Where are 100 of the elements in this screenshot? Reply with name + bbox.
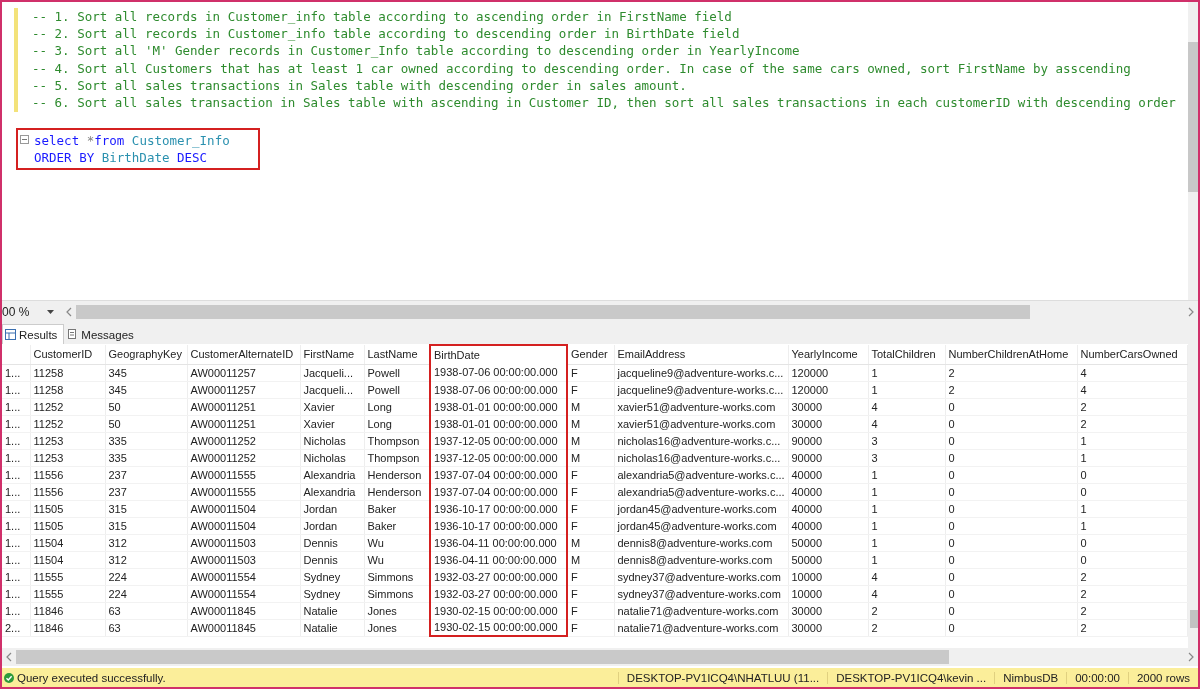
table-cell: 11505 [30, 517, 105, 534]
table-cell: 0 [945, 602, 1077, 619]
scrollbar-thumb[interactable] [16, 650, 949, 664]
table-cell: Alexandria [300, 466, 364, 483]
status-segment: 00:00:00 [1066, 671, 1128, 684]
table-cell: jordan45@adventure-works.com [614, 517, 788, 534]
row-number: 1... [2, 585, 30, 602]
table-cell: 1937-07-04 00:00:00.000 [430, 483, 567, 500]
scroll-right-icon[interactable] [1188, 652, 1194, 662]
table-cell: Simmons [364, 585, 430, 602]
table-cell: 50 [105, 415, 187, 432]
scrollbar-thumb[interactable] [76, 304, 1031, 319]
table-cell: 11846 [30, 602, 105, 619]
table-cell: 0 [1077, 534, 1187, 551]
table-cell: F [567, 381, 614, 398]
table-cell: Henderson [364, 483, 430, 500]
table-cell: 50000 [788, 534, 868, 551]
table-cell: 237 [105, 483, 187, 500]
table-cell: F [567, 466, 614, 483]
table-cell: 1937-12-05 00:00:00.000 [430, 449, 567, 466]
table-cell: 11556 [30, 466, 105, 483]
column-header[interactable]: NumberChildrenAtHome [945, 345, 1077, 364]
table-cell: AW00011504 [187, 500, 300, 517]
table-cell: 2 [1077, 568, 1187, 585]
table-cell: 1938-07-06 00:00:00.000 [430, 381, 567, 398]
table-cell: 0 [945, 551, 1077, 568]
status-segment: DESKTOP-PV1ICQ4\kevin ... [827, 671, 995, 684]
column-header[interactable]: YearlyIncome [788, 345, 868, 364]
table-cell: 0 [945, 619, 1077, 636]
comment-line: -- 3. Sort all 'M' Gender records in Customer_Info table according to descending order in YearlyIncome [32, 42, 801, 60]
table-cell: 0 [945, 432, 1077, 449]
table-cell: F [567, 483, 614, 500]
table-cell: 345 [105, 364, 187, 381]
column-header[interactable]: GeographyKey [105, 345, 187, 364]
row-number: 1... [2, 500, 30, 517]
table-cell: AW00011555 [187, 483, 300, 500]
table-cell: xavier51@adventure-works.com [614, 398, 788, 415]
table-cell: 2 [1077, 415, 1187, 432]
table-cell: 11252 [30, 398, 105, 415]
table-cell: 2 [1077, 602, 1187, 619]
table-cell: 3 [868, 449, 945, 466]
column-header[interactable]: LastName [364, 345, 430, 364]
row-number: 1... [2, 449, 30, 466]
table-cell: 11252 [30, 415, 105, 432]
table-cell: AW00011257 [187, 364, 300, 381]
table-cell: 0 [945, 534, 1077, 551]
scroll-left-icon[interactable] [66, 306, 72, 317]
table-cell: 11504 [30, 551, 105, 568]
table-cell: 335 [105, 432, 187, 449]
table-cell: sydney37@adventure-works.com [614, 585, 788, 602]
table-cell: 1 [868, 517, 945, 534]
table-cell: AW00011504 [187, 517, 300, 534]
scrollbar-thumb[interactable] [1189, 610, 1198, 628]
collapse-icon[interactable] [20, 135, 29, 145]
table-cell: 11258 [30, 381, 105, 398]
table-cell: 11504 [30, 534, 105, 551]
table-cell: natalie71@adventure-works.com [614, 602, 788, 619]
row-number: 1... [2, 517, 30, 534]
column-header[interactable]: CustomerID [30, 345, 105, 364]
row-number: 2... [2, 619, 30, 636]
table-cell: AW00011845 [187, 602, 300, 619]
column-header[interactable]: FirstName [300, 345, 364, 364]
document-icon [67, 329, 79, 340]
table-cell: 2 [1077, 619, 1187, 636]
zoom-dropdown[interactable]: 00 % [2, 302, 58, 321]
table-cell: AW00011845 [187, 619, 300, 636]
table-cell: F [567, 568, 614, 585]
table-cell: alexandria5@adventure-works.c... [614, 466, 788, 483]
column-header[interactable]: BirthDate [430, 345, 567, 364]
column-header[interactable]: Gender [567, 345, 614, 364]
row-number: 1... [2, 432, 30, 449]
table-cell: Nicholas [300, 432, 364, 449]
column-header[interactable]: NumberCarsOwned [1077, 345, 1187, 364]
table-cell: 50000 [788, 551, 868, 568]
scroll-right-icon[interactable] [1188, 306, 1194, 317]
table-cell: 4 [868, 568, 945, 585]
table-cell: Baker [364, 517, 430, 534]
table-cell: Baker [364, 500, 430, 517]
row-number: 1... [2, 568, 30, 585]
table-cell: 2 [868, 602, 945, 619]
table-cell: 2 [868, 619, 945, 636]
code-line: select *from Customer_Info [34, 132, 230, 150]
scrollbar-thumb[interactable] [1188, 42, 1198, 192]
column-header[interactable]: TotalChildren [868, 345, 945, 364]
column-header[interactable]: CustomerAlternateID [187, 345, 300, 364]
table-cell: 0 [945, 483, 1077, 500]
table-cell: Long [364, 415, 430, 432]
dropdown-caret-icon [47, 309, 54, 314]
table-cell: nicholas16@adventure-works.c... [614, 449, 788, 466]
result-tab[interactable]: Results [2, 324, 65, 344]
success-icon [4, 672, 14, 683]
table-cell: AW00011251 [187, 398, 300, 415]
scroll-left-icon[interactable] [6, 652, 12, 662]
table-cell: Powell [364, 381, 430, 398]
row-number: 1... [2, 534, 30, 551]
table-cell: 30000 [788, 602, 868, 619]
table-cell: 1 [868, 381, 945, 398]
column-header[interactable]: EmailAddress [614, 345, 788, 364]
table-cell: 1 [868, 364, 945, 381]
result-tab[interactable]: Messages [64, 324, 141, 344]
